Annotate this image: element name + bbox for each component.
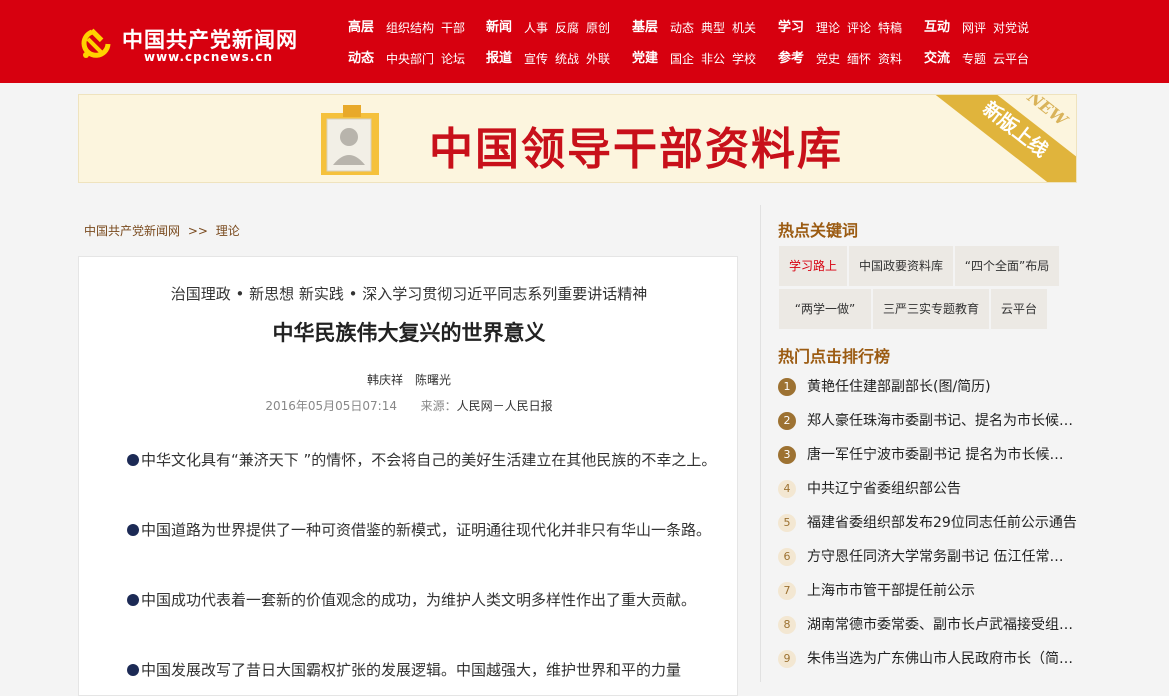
nav-head-xinwen[interactable]: 新闻 — [486, 20, 512, 36]
nav-head-gaoceng[interactable]: 高层 — [348, 20, 374, 36]
hot-keywords-title: 热点关键词 — [778, 221, 859, 240]
ranking-item[interactable]: 9 朱伟当选为广东佛山市人民政府市长（简历） — [778, 649, 1078, 669]
rank-number: 2 — [778, 412, 796, 430]
nav-link[interactable]: 学校 — [732, 51, 756, 67]
nav-link[interactable]: 干部 — [441, 20, 465, 36]
ranking-item[interactable]: 4 中共辽宁省委组织部公告 — [778, 479, 1078, 499]
nav-head-xuexi[interactable]: 学习 — [778, 20, 804, 36]
keyword-tag[interactable]: 三严三实专题教育 — [873, 289, 989, 329]
keyword-tag[interactable]: 中国政要资料库 — [849, 246, 953, 286]
nav-head-cankao[interactable]: 参考 — [778, 51, 804, 67]
breadcrumb-section[interactable]: 理论 — [216, 224, 240, 238]
breadcrumb-home[interactable]: 中国共产党新闻网 — [84, 224, 180, 238]
nav-link[interactable]: 国企 — [670, 51, 694, 67]
hot-ranking-title: 热门点击排行榜 — [778, 347, 891, 366]
nav-link[interactable]: 党史 — [816, 51, 840, 67]
article-source-link[interactable]: 人民网－人民日报 — [457, 399, 553, 413]
article-kicker: 治国理政 • 新思想 新实践 • 深入学习贯彻习近平同志系列重要讲话精神 — [170, 285, 648, 303]
nav-link[interactable]: 机关 — [732, 20, 756, 36]
nav-link[interactable]: 特稿 — [878, 20, 902, 36]
nav-link[interactable]: 评论 — [847, 20, 871, 36]
nav-link[interactable]: 缅怀 — [847, 51, 871, 67]
rank-number: 6 — [778, 548, 796, 566]
bullet-icon — [127, 664, 139, 676]
ranking-item[interactable]: 6 方守恩任同济大学常务副书记 伍江任常务副校长 — [778, 547, 1078, 567]
article-date: 2016年05月05日07:14 — [265, 399, 397, 413]
site-url: www.cpcnews.cn — [144, 50, 273, 64]
nav-head-dongtai[interactable]: 动态 — [348, 51, 374, 67]
nav-link[interactable]: 云平台 — [993, 51, 1029, 67]
nav-link[interactable]: 理论 — [816, 20, 840, 36]
site-logo[interactable]: 中国共产党新闻网 www.cpcnews.cn — [78, 22, 318, 66]
nav-link[interactable]: 论坛 — [441, 51, 465, 67]
ranking-item[interactable]: 7 上海市市管干部提任前公示 — [778, 581, 1078, 601]
keyword-tag[interactable]: “四个全面”布局 — [955, 246, 1059, 286]
nav-link[interactable]: 反腐 — [555, 20, 579, 36]
nav-link[interactable]: 组织结构 — [386, 20, 434, 36]
banner-title: 中国领导干部资料库 — [429, 124, 843, 175]
article-paragraph: 中国成功代表着一套新的价值观念的成功，为维护人类文明多样性作出了重大贡献。 — [95, 583, 723, 617]
nav-link[interactable]: 非公 — [701, 51, 725, 67]
nav-link[interactable]: 典型 — [701, 20, 725, 36]
nav-link[interactable]: 人事 — [524, 20, 548, 36]
nav-head-dangjian[interactable]: 党建 — [632, 51, 658, 67]
rank-number: 7 — [778, 582, 796, 600]
rank-number: 1 — [778, 378, 796, 396]
ranking-item[interactable]: 8 湖南常德市委常委、副市长卢武福接受组织调查 — [778, 615, 1078, 635]
nav-link[interactable]: 原创 — [586, 20, 610, 36]
article-panel: 治国理政 • 新思想 新实践 • 深入学习贯彻习近平同志系列重要讲话精神 中华民… — [78, 256, 738, 696]
nav-link[interactable]: 外联 — [586, 51, 610, 67]
keyword-tag[interactable]: “两学一做” — [779, 289, 871, 329]
article-paragraph: 中华文化具有“兼济天下 ”的情怀，不会将自己的美好生活建立在其他民族的不幸之上。 — [95, 443, 723, 477]
article-authors: 韩庆祥 陈曙光 — [366, 373, 451, 387]
nav-link[interactable]: 统战 — [555, 51, 579, 67]
keyword-tag[interactable]: 云平台 — [991, 289, 1047, 329]
nav-link[interactable]: 网评 — [962, 20, 986, 36]
rank-number: 3 — [778, 446, 796, 464]
breadcrumb-separator: >> — [187, 224, 208, 238]
nav-head-jiceng[interactable]: 基层 — [632, 20, 658, 36]
nav-link[interactable]: 中央部门 — [386, 51, 434, 67]
article-paragraph: 中国道路为世界提供了一种可资借鉴的新模式，证明通往现代化并非只有华山一条路。 — [95, 513, 723, 547]
bullet-icon — [127, 454, 139, 466]
bullet-icon — [127, 524, 139, 536]
nav-head-hudong[interactable]: 互动 — [924, 20, 950, 36]
ranking-item[interactable]: 3 唐一军任宁波市委副书记 提名为市长候选人 — [778, 445, 1078, 465]
ranking-item[interactable]: 5 福建省委组织部发布29位同志任前公示通告 — [778, 513, 1078, 533]
ranking-item[interactable]: 2 郑人豪任珠海市委副书记、提名为市长候选人 — [778, 411, 1078, 431]
bullet-icon — [127, 594, 139, 606]
rank-number: 9 — [778, 650, 796, 668]
rank-number: 5 — [778, 514, 796, 532]
site-header: 中国共产党新闻网 www.cpcnews.cn 高层 组织结构 干部 动态 中央… — [0, 0, 1169, 83]
article-title: 中华民族伟大复兴的世界意义 — [272, 320, 546, 345]
ranking-item[interactable]: 1 黄艳任住建部副部长(图/简历) — [778, 377, 1078, 397]
nav-link[interactable]: 宣传 — [524, 51, 548, 67]
keyword-tag[interactable]: 学习路上 — [779, 246, 847, 286]
article-meta: 2016年05月05日07:14 来源：人民网－人民日报 — [79, 397, 739, 414]
folder-icon — [321, 105, 379, 175]
hammer-sickle-icon — [81, 28, 111, 58]
nav-head-jiaoliu[interactable]: 交流 — [924, 51, 950, 67]
rank-number: 4 — [778, 480, 796, 498]
nav-link[interactable]: 对党说 — [993, 20, 1029, 36]
rank-number: 8 — [778, 616, 796, 634]
breadcrumb: 中国共产党新闻网 >> 理论 — [84, 222, 244, 239]
nav-head-baodao[interactable]: 报道 — [486, 51, 512, 67]
nav-link[interactable]: 专题 — [962, 51, 986, 67]
article-source-label: 来源： — [420, 399, 457, 413]
promo-banner[interactable]: 中国领导干部资料库 新版上线 NEW — [78, 94, 1077, 183]
nav-link[interactable]: 动态 — [670, 20, 694, 36]
sidebar: 热点关键词 学习路上 中国政要资料库 “四个全面”布局 “两学一做” 三严三实专… — [760, 205, 1080, 682]
nav-link[interactable]: 资料 — [878, 51, 902, 67]
